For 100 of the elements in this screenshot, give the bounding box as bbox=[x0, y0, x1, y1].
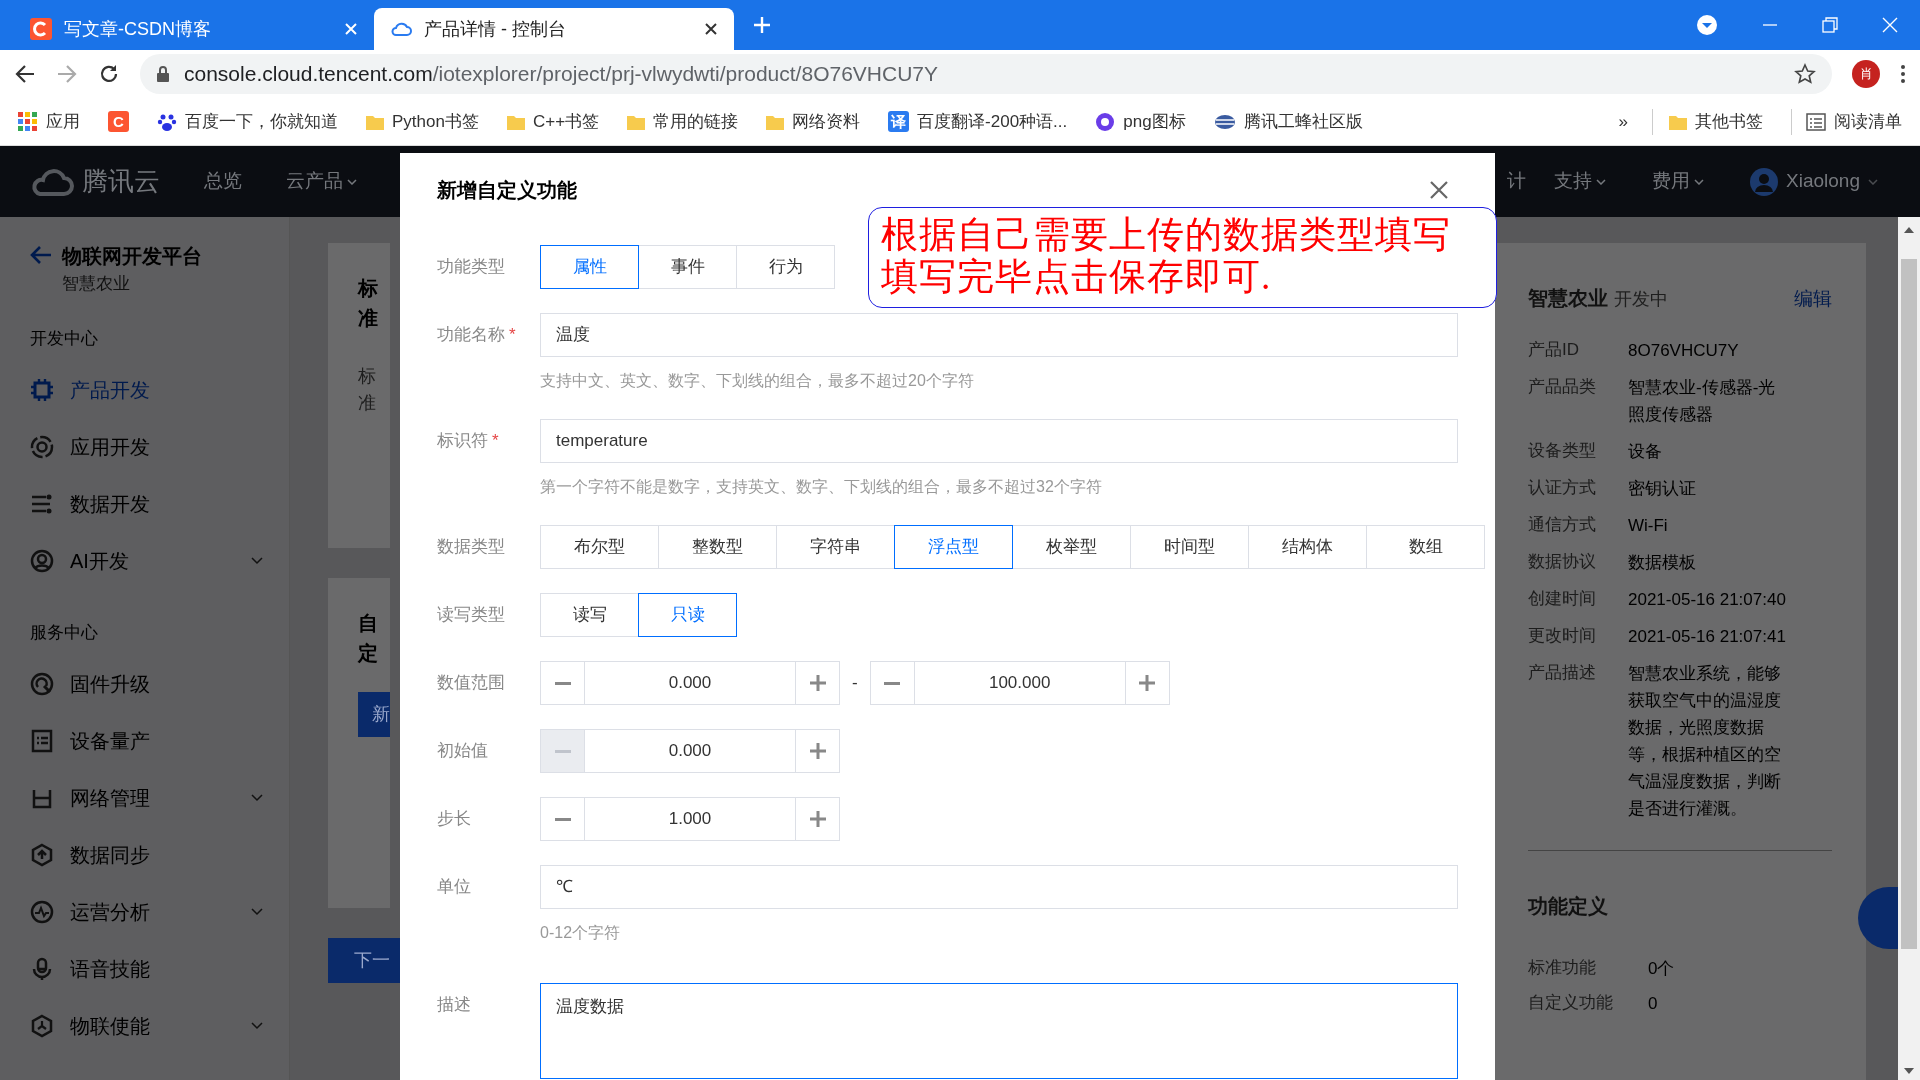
field-label: 功能类型 bbox=[437, 256, 506, 278]
bookmark-link[interactable]: 常用的链接 bbox=[653, 109, 739, 135]
address-bar[interactable]: console.cloud.tencent.com/iotexplorer/project/prj-vlwydwti/product/8O76VHCU7Y bbox=[140, 54, 1832, 95]
overflow-button[interactable]: » bbox=[1618, 109, 1628, 135]
close-icon[interactable] bbox=[704, 22, 718, 36]
plus-icon[interactable] bbox=[752, 15, 772, 35]
segment-button[interactable]: 时间型 bbox=[1130, 525, 1249, 569]
restore-icon[interactable] bbox=[1822, 17, 1838, 33]
avatar[interactable]: 肖 bbox=[1852, 60, 1880, 89]
field-value: 2021-05-16 21:07:41 bbox=[1628, 626, 1787, 649]
browser-tab[interactable]: 写文章-CSDN博客 bbox=[14, 8, 374, 50]
field-value: 0 bbox=[1648, 993, 1658, 1016]
plus-button[interactable] bbox=[795, 797, 840, 841]
microphone-icon bbox=[30, 956, 54, 981]
user-menu[interactable]: Xiaolong bbox=[1750, 167, 1878, 196]
segment-button[interactable]: 读写 bbox=[540, 593, 639, 637]
input-field[interactable]: 温度 bbox=[540, 313, 1458, 357]
folder-icon bbox=[627, 113, 646, 130]
more-icon[interactable] bbox=[1900, 64, 1906, 85]
bookmark-link[interactable]: 应用 bbox=[46, 109, 80, 135]
plus-icon bbox=[1139, 675, 1156, 691]
annotation-text: 填写完毕点击保存即可. bbox=[881, 256, 1273, 298]
field-label: 自定义功能 bbox=[1528, 992, 1614, 1015]
nav-menu[interactable]: 计 bbox=[1507, 167, 1527, 196]
dropdown-icon[interactable] bbox=[1696, 14, 1718, 36]
bookmark-link[interactable]: 网络资料 bbox=[792, 109, 861, 135]
swirl-icon bbox=[1095, 111, 1116, 132]
chip-icon bbox=[30, 378, 54, 403]
bookmark-link[interactable]: 百度一下，你就知道 bbox=[185, 109, 338, 135]
minus-button[interactable] bbox=[540, 797, 585, 841]
segment-button[interactable]: 结构体 bbox=[1248, 525, 1367, 569]
card-title: 标准 bbox=[358, 275, 379, 331]
browser-tab[interactable]: 产品详情 - 控制台 bbox=[374, 8, 734, 50]
input-field[interactable]: temperature bbox=[540, 419, 1458, 463]
field-label: 初始值 bbox=[437, 740, 489, 762]
card-text: 标准 bbox=[358, 364, 377, 415]
segment-button[interactable]: 布尔型 bbox=[540, 525, 659, 569]
bookmark-link[interactable]: 百度翻译-200种语... bbox=[917, 109, 1068, 135]
bee-icon bbox=[1213, 112, 1236, 131]
plus-button[interactable] bbox=[795, 661, 840, 705]
scroll-up-icon[interactable] bbox=[1904, 226, 1914, 233]
hint-text: 第一个字符不能是数字，支持英文、数字、下划线的组合，最多不超过32个字符 bbox=[540, 477, 1103, 497]
field-label: 产品描述 bbox=[1528, 662, 1597, 685]
bookmark-link[interactable]: Python书签 bbox=[392, 109, 479, 135]
plus-button[interactable] bbox=[1124, 661, 1170, 705]
chevron-icon bbox=[251, 907, 263, 916]
nav-menu[interactable]: 费用 bbox=[1652, 167, 1705, 196]
platform-title: 物联网开发平台 bbox=[62, 243, 202, 269]
minus-button[interactable] bbox=[540, 661, 585, 705]
segment-button[interactable]: 行为 bbox=[736, 245, 835, 289]
segment-button[interactable]: 数组 bbox=[1366, 525, 1485, 569]
bookmark-link[interactable]: 腾讯工蜂社区版 bbox=[1243, 109, 1363, 135]
number-field[interactable]: 0.000 bbox=[585, 661, 795, 705]
field-label: 读写类型 bbox=[437, 604, 506, 626]
caret-icon bbox=[347, 178, 357, 185]
csdn-logo-icon: C bbox=[108, 111, 129, 133]
plus-button[interactable] bbox=[795, 729, 840, 773]
next-button[interactable]: 下一 bbox=[328, 937, 400, 983]
close-icon[interactable] bbox=[1430, 181, 1448, 199]
folder-icon bbox=[506, 113, 525, 130]
csdn-logo-icon bbox=[30, 18, 52, 40]
refresh-icon bbox=[30, 671, 54, 696]
star-icon[interactable] bbox=[1794, 63, 1816, 86]
plus-icon bbox=[809, 811, 826, 827]
reading-list-link[interactable]: 阅读清单 bbox=[1834, 109, 1902, 135]
bookmark-link[interactable]: C++书签 bbox=[532, 109, 600, 135]
logo-text: 腾讯云 bbox=[82, 165, 160, 198]
segment-button[interactable]: 字符串 bbox=[776, 525, 895, 569]
minus-button[interactable] bbox=[869, 661, 915, 705]
segment-button[interactable]: 只读 bbox=[638, 593, 737, 637]
user-circle-icon bbox=[30, 549, 54, 574]
chevron-icon bbox=[251, 557, 263, 566]
bookmark-link[interactable]: png图标 bbox=[1123, 109, 1186, 135]
description-field[interactable]: 温度数据 bbox=[540, 983, 1458, 1079]
nav-menu[interactable]: 支持 bbox=[1554, 167, 1607, 196]
scroll-down-icon[interactable] bbox=[1904, 1068, 1914, 1074]
scrollbar-thumb[interactable] bbox=[1901, 258, 1917, 949]
dialog-title: 新增自定义功能 bbox=[437, 178, 577, 203]
number-field[interactable]: 100.000 bbox=[914, 661, 1125, 705]
caret-icon bbox=[1868, 178, 1878, 185]
new-button[interactable]: 新 bbox=[358, 691, 390, 737]
segment-button[interactable]: 事件 bbox=[638, 245, 737, 289]
field-label: 描述 bbox=[437, 994, 472, 1016]
number-field[interactable]: 1.000 bbox=[585, 797, 795, 841]
bookmark-link[interactable]: 其他书签 bbox=[1695, 109, 1763, 135]
input-field[interactable]: ℃ bbox=[540, 865, 1458, 909]
segment-button[interactable]: 浮点型 bbox=[894, 525, 1013, 569]
nav-menu[interactable]: 云产品 bbox=[286, 167, 357, 196]
field-value: 数据模板 bbox=[1628, 552, 1697, 575]
field-label: 数据类型 bbox=[437, 536, 506, 558]
back-arrow-icon[interactable] bbox=[30, 244, 52, 265]
segment-button[interactable]: 整数型 bbox=[658, 525, 777, 569]
range-separator: - bbox=[852, 672, 858, 695]
url-text: console.cloud.tencent.com/iotexplorer/project/prj-vlwydwti/product/8O76VHCU7Y bbox=[184, 61, 939, 88]
plus-icon bbox=[809, 675, 826, 691]
segment-button[interactable]: 属性 bbox=[540, 245, 639, 289]
segment-button[interactable]: 枚举型 bbox=[1012, 525, 1131, 569]
number-field[interactable]: 0.000 bbox=[585, 729, 795, 773]
field-label: 更改时间 bbox=[1528, 625, 1597, 648]
nav-menu[interactable]: 总览 bbox=[204, 167, 242, 196]
